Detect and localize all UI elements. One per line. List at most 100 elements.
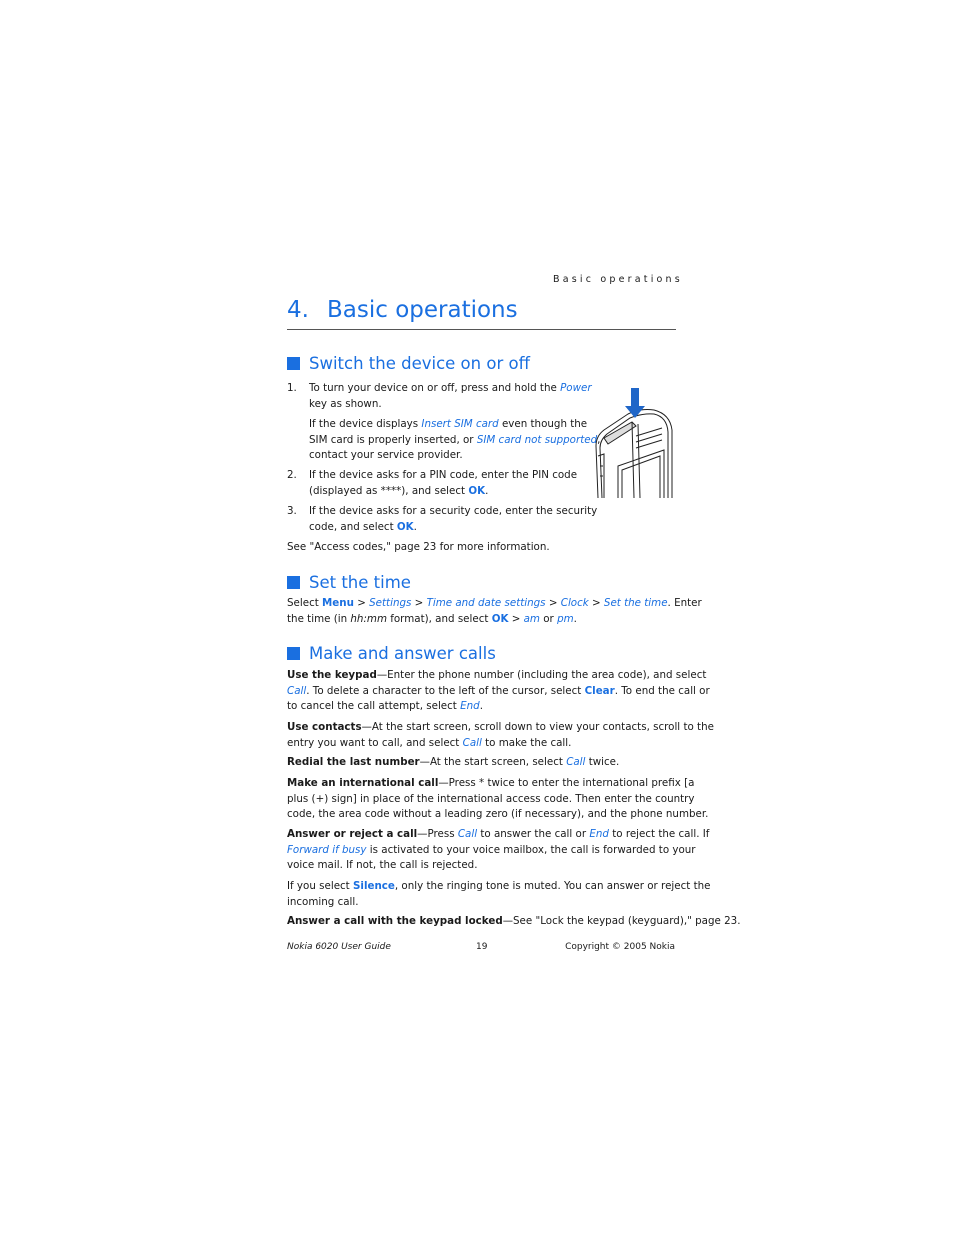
text-run: (displayed as ****), and select	[309, 484, 469, 497]
list-number: 3.	[287, 505, 297, 517]
text-run: To turn your device on or off, press and…	[309, 382, 561, 394]
ui-term: End	[589, 828, 609, 840]
ui-term: pm	[557, 612, 574, 625]
text-line: See "Access codes," page 23 for more inf…	[287, 540, 550, 555]
text-run: . Enter	[667, 597, 702, 609]
text-run: SIM card is properly inserted, or	[309, 433, 477, 446]
ui-term: Forward if busy	[287, 843, 367, 856]
ui-term: Call	[457, 828, 478, 840]
ui-term: Call	[462, 736, 482, 749]
text-run: incoming call.	[287, 895, 359, 908]
ui-term: am	[523, 612, 540, 625]
text-run: —At the start screen, scroll down to vie…	[361, 721, 714, 733]
text-run: If the device asks for a security code, …	[309, 505, 598, 517]
section-heading-switch: Switch the device on or off	[287, 354, 530, 373]
text-run: . To end the call or	[614, 684, 710, 697]
text-line: key as shown.	[309, 397, 382, 412]
text-run: .	[413, 520, 417, 533]
text-line: entry you want to call, and select Call …	[287, 736, 571, 751]
text-run: the time (in	[287, 612, 351, 625]
text-line: Answer or reject a call—Press Call to an…	[287, 827, 709, 842]
ui-term: Clear	[584, 684, 615, 697]
text-line: Forward if busy is activated to your voi…	[287, 843, 696, 858]
text-run: >	[545, 597, 561, 609]
text-run: If you select	[287, 880, 353, 892]
text-line: If you select Silence, only the ringing …	[287, 879, 710, 894]
text-line: Use contacts—At the start screen, scroll…	[287, 720, 714, 735]
text-run: If the device displays	[309, 418, 422, 430]
text-line: If the device displays Insert SIM card e…	[309, 417, 587, 432]
section-heading-calls: Make and answer calls	[287, 644, 496, 663]
footer-copyright: Copyright © 2005 Nokia	[565, 942, 675, 952]
text-run: code, and select	[309, 520, 397, 533]
chapter-title-text: Basic operations	[327, 297, 518, 323]
text-run: —Enter the phone number (including the a…	[376, 669, 707, 681]
chapter-title: 4. Basic operations	[287, 297, 518, 323]
ui-term: OK	[491, 612, 509, 625]
text-run: —Press	[417, 828, 458, 840]
text-line: to cancel the call attempt, select End.	[287, 699, 483, 714]
ui-term: Call	[287, 684, 307, 697]
list-number: 1.	[287, 382, 297, 394]
text-line: Call. To delete a character to the left …	[287, 684, 710, 699]
text-run: >	[411, 597, 427, 609]
text-run: .	[485, 484, 489, 497]
ui-term: Clock	[560, 597, 589, 609]
heading-text: Set the time	[309, 573, 411, 592]
square-bullet-icon	[287, 576, 300, 589]
run-in-heading: Answer or reject a call	[287, 828, 418, 840]
text-line: Use the keypad—Enter the phone number (i…	[287, 668, 706, 683]
text-run: entry you want to call, and select	[287, 736, 463, 749]
text-line: If the device asks for a security code, …	[309, 504, 597, 519]
ui-term: OK	[468, 484, 486, 497]
run-in-heading: Answer a call with the keypad locked	[287, 915, 503, 927]
text-line: code, the area code without a leading ze…	[287, 807, 708, 822]
ui-term: Menu	[322, 597, 354, 609]
text-run: >	[508, 612, 524, 625]
ui-term: Time and date settings	[426, 597, 546, 609]
ui-term: SIM card not supported	[476, 433, 598, 446]
text-line: (displayed as ****), and select OK.	[309, 484, 488, 499]
ui-term: Settings	[369, 597, 412, 609]
text-run: even though the	[498, 418, 588, 430]
ui-term: Call	[566, 756, 586, 768]
text-run: code, the area code without a leading ze…	[287, 808, 709, 821]
text-run: voice mail. If not, the call is rejected…	[287, 859, 478, 872]
text-line: Select Menu > Settings > Time and date s…	[287, 596, 702, 611]
text-run: See "Access codes," page 23 for more inf…	[287, 541, 550, 553]
text-line: incoming call.	[287, 895, 359, 910]
text-run: .	[479, 700, 483, 713]
text-run: contact your service provider.	[309, 449, 463, 462]
text-run: key as shown.	[309, 397, 382, 410]
text-run: to answer the call or	[477, 828, 590, 840]
text-run: format), and select	[386, 612, 492, 625]
section-heading-time: Set the time	[287, 573, 411, 592]
run-in-heading: Redial the last number	[287, 756, 420, 768]
title-rule	[287, 329, 676, 330]
text-line: If the device asks for a PIN code, enter…	[309, 468, 577, 483]
run-in-heading: Use contacts	[287, 721, 362, 733]
run-in-heading: Make an international call	[287, 777, 439, 789]
text-line: To turn your device on or off, press and…	[309, 381, 592, 396]
text-run: >	[353, 597, 370, 609]
ui-term: Set the time	[603, 597, 668, 609]
text-run: —See "Lock the keypad (keyguard)," page …	[502, 915, 741, 927]
text-run: plus (+) sign] in place of the internati…	[287, 792, 695, 805]
square-bullet-icon	[287, 647, 300, 660]
run-in-heading: Use the keypad	[287, 669, 377, 681]
text-run: to cancel the call attempt, select	[287, 700, 461, 713]
square-bullet-icon	[287, 357, 300, 370]
text-line: Redial the last number—At the start scre…	[287, 755, 619, 770]
text-run: >	[588, 597, 604, 609]
text-run: is activated to your voice mailbox, the …	[366, 843, 696, 856]
text-run: twice.	[585, 756, 620, 768]
text-run: , only the ringing tone is muted. You ca…	[394, 880, 711, 892]
ui-term: Insert SIM card	[421, 418, 499, 430]
phone-power-key-illustration	[595, 388, 673, 499]
running-header: Basic operations	[553, 274, 683, 285]
text-run: or	[539, 612, 558, 625]
ui-term: Silence	[353, 880, 395, 892]
text-run: —At the start screen, select	[419, 756, 567, 768]
page-number: 19	[476, 942, 488, 952]
text-run: to make the call.	[481, 736, 572, 749]
